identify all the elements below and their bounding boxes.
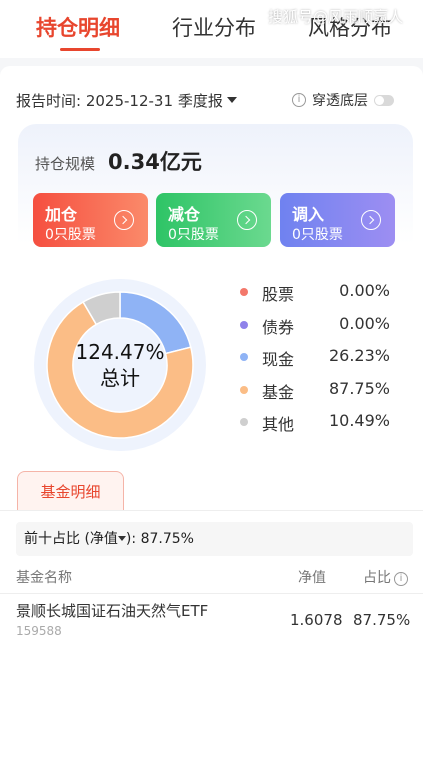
- top10-basis-selector[interactable]: (净值): [84, 531, 131, 547]
- legend-name: 基金: [262, 382, 295, 402]
- info-icon[interactable]: i: [292, 93, 306, 107]
- header-fund-name: 基金名称: [16, 570, 72, 586]
- total-label: 总计: [100, 366, 140, 390]
- legend-value: 87.75%: [328, 378, 390, 398]
- top-tab-bar: 持仓明细 行业分布 风格分布 搜狐号@风雨顺赢人: [0, 0, 423, 58]
- chevron-right-icon: [237, 210, 257, 230]
- legend-name: 现金: [262, 350, 295, 369]
- chart-legend: 股票 0.00% 债券 0.00% 现金 26.23% 基金 87.75% 其他…: [240, 281, 400, 444]
- penetrate-toggle-row: i 穿透底层: [292, 90, 394, 110]
- add-position-count: 0只股票: [45, 227, 96, 243]
- fund-ratio: 87.75%: [353, 611, 411, 629]
- top10-value: 87.75%: [140, 531, 194, 547]
- add-position-button[interactable]: 加仓 0只股票: [33, 193, 148, 247]
- legend-dot: [240, 353, 248, 361]
- report-period-selector[interactable]: 报告时间: 2025-12-31 季度报: [16, 90, 237, 111]
- legend-item-funds: 基金 87.75%: [240, 379, 400, 412]
- legend-value: 0.00%: [339, 281, 390, 300]
- top10-ratio-bar: 前十占比 (净值): 87.75%: [16, 522, 413, 556]
- total-percentage: 124.47%: [75, 340, 165, 364]
- info-icon[interactable]: i: [394, 572, 408, 586]
- transfer-in-count: 0只股票: [292, 227, 343, 243]
- header-nav: 净值: [298, 570, 326, 586]
- chevron-right-icon: [361, 210, 381, 230]
- tab-fund-detail[interactable]: 基金明细: [17, 471, 124, 511]
- legend-value: 10.49%: [328, 411, 390, 430]
- reduce-position-title: 减仓: [168, 205, 201, 224]
- legend-name: 股票: [262, 285, 295, 304]
- header-ratio: 占比 i: [363, 567, 408, 587]
- legend-item-bonds: 债券 0.00%: [240, 314, 400, 347]
- scale-label: 持仓规模: [35, 155, 96, 173]
- transfer-in-title: 调入: [292, 205, 325, 224]
- fund-nav: 1.6078: [290, 611, 343, 629]
- report-date: 2025-12-31: [85, 92, 174, 110]
- fund-code: 159588: [16, 624, 62, 638]
- scale-value: 0.34亿元: [108, 150, 202, 174]
- active-tab-indicator: [60, 48, 100, 51]
- tab-holdings[interactable]: 持仓明细: [36, 12, 120, 42]
- fund-name[interactable]: 景顺长城国证石油天然气ETF: [16, 600, 208, 621]
- top10-basis: (净值: [84, 531, 118, 547]
- legend-item-other: 其他 10.49%: [240, 411, 400, 444]
- reduce-position-count: 0只股票: [168, 227, 219, 243]
- legend-item-cash: 现金 26.23%: [240, 346, 400, 379]
- legend-value: 26.23%: [328, 346, 390, 365]
- tab-industry[interactable]: 行业分布: [172, 12, 256, 42]
- top10-colon: :: [131, 531, 137, 547]
- legend-name: 其他: [262, 415, 295, 434]
- penetrate-label: 穿透底层: [312, 93, 368, 109]
- legend-name: 债券: [262, 317, 295, 337]
- add-position-title: 加仓: [45, 205, 78, 224]
- chevron-right-icon: [114, 210, 134, 230]
- report-period: 季度报: [177, 92, 223, 110]
- top10-label: 前十占比: [24, 531, 80, 547]
- divider: [0, 593, 423, 594]
- legend-item-stocks: 股票 0.00%: [240, 281, 400, 314]
- legend-dot: [240, 385, 248, 394]
- legend-dot: [240, 418, 248, 426]
- penetrate-toggle[interactable]: [374, 94, 394, 106]
- divider: [0, 510, 423, 511]
- report-label: 报告时间:: [16, 92, 82, 110]
- caret-down-icon: [117, 536, 126, 541]
- legend-dot: [240, 288, 248, 296]
- header-ratio-label: 占比: [363, 570, 391, 586]
- donut-center: 124.47% 总计: [30, 275, 210, 455]
- legend-value: 0.00%: [339, 313, 390, 333]
- caret-down-icon: [226, 97, 237, 103]
- transfer-in-button[interactable]: 调入 0只股票: [280, 193, 395, 247]
- reduce-position-button[interactable]: 减仓 0只股票: [156, 193, 271, 247]
- legend-dot: [240, 320, 248, 329]
- watermark: 搜狐号@风雨顺赢人: [268, 8, 404, 26]
